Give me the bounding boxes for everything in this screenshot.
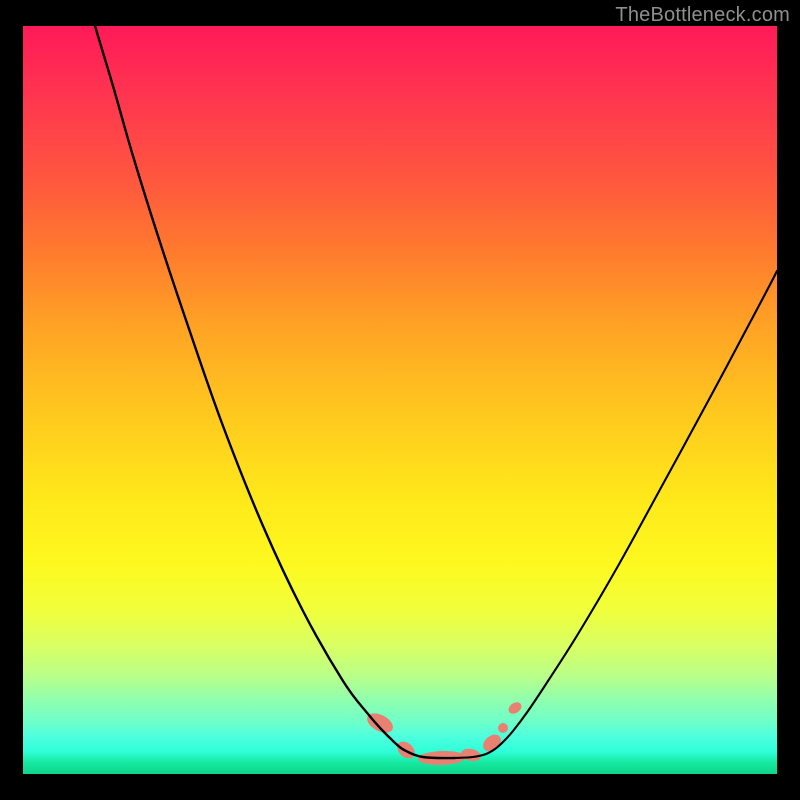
chart-stage: TheBottleneck.com	[0, 0, 800, 800]
curve-left-branch	[95, 26, 455, 758]
curve-marker	[394, 738, 418, 762]
attribution-watermark: TheBottleneck.com	[615, 4, 790, 27]
curve-marker	[460, 747, 482, 763]
gradient-plot-area	[23, 26, 777, 774]
curve-marker	[480, 731, 504, 755]
curve-marker	[418, 750, 466, 766]
bottleneck-curve-svg	[23, 26, 777, 774]
curve-marker	[506, 700, 523, 716]
curve-marker	[364, 709, 396, 736]
curve-marker	[498, 723, 508, 733]
curve-right-branch	[455, 271, 777, 758]
marker-cluster-group	[364, 700, 524, 766]
